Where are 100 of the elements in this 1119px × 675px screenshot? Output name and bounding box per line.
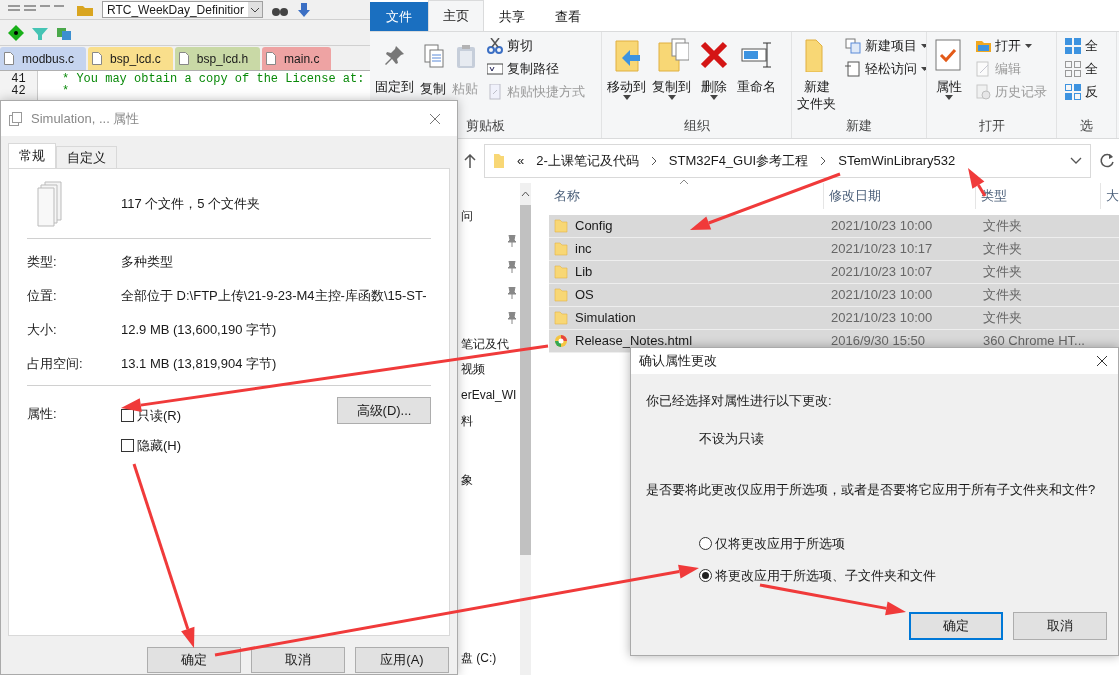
path-icon <box>487 61 503 77</box>
ribbon-button[interactable]: 反 <box>1065 82 1098 102</box>
file-row[interactable]: Config 2021/10/23 10:00 文件夹 <box>549 215 1119 238</box>
ribbon-button[interactable]: 复制到 <box>651 36 692 100</box>
field-label: 大小: <box>27 321 58 340</box>
radio-button[interactable] <box>699 536 712 550</box>
arrow-down-icon <box>296 2 311 17</box>
nav-item[interactable]: 象 <box>461 471 473 490</box>
dropdown-arrow-icon <box>945 95 953 100</box>
files-icon <box>9 111 23 126</box>
folder-icon <box>493 153 505 169</box>
chevron-right-icon <box>650 156 657 166</box>
ribbon-button[interactable]: 复制路径 <box>487 59 585 79</box>
ribbon-button[interactable]: 轻松访问 <box>845 59 926 79</box>
open-icon <box>975 38 991 54</box>
advanced-button[interactable]: 高级(D)... <box>337 397 431 424</box>
ribbon-tab[interactable]: 主页 <box>428 0 484 31</box>
radio-option[interactable]: 将更改应用于所选项、子文件夹和文件 <box>699 566 1118 586</box>
up-arrow-icon <box>464 154 476 168</box>
folder-icon <box>554 241 568 257</box>
file-row[interactable]: inc 2021/10/23 10:17 文件夹 <box>549 238 1119 261</box>
column-header[interactable]: 名称 <box>549 183 824 209</box>
scroll-thumb[interactable] <box>520 205 531 555</box>
file-name: Config <box>575 217 613 236</box>
file-row[interactable]: Simulation 2021/10/23 10:00 文件夹 <box>549 307 1119 330</box>
ribbon-button[interactable]: 属性 <box>931 36 967 100</box>
ribbon-button[interactable]: 新建 文件夹 <box>796 36 837 112</box>
dialog-button[interactable]: 确定 <box>147 647 241 673</box>
file-icon <box>92 52 103 65</box>
change-text: 不设为只读 <box>699 429 765 448</box>
ribbon-button[interactable]: 移动到 <box>606 36 647 100</box>
nav-item[interactable]: 问 <box>461 206 473 225</box>
copy-icon <box>422 44 444 68</box>
file-date: 2021/10/23 10:00 <box>830 217 934 236</box>
file-row[interactable]: OS 2021/10/23 10:00 文件夹 <box>549 284 1119 307</box>
ribbon-button[interactable]: 打开 <box>975 36 1047 56</box>
attribute-checkbox[interactable]: 只读(R) <box>121 406 182 426</box>
nav-item[interactable]: 笔记及代 <box>461 334 509 353</box>
ribbon-button[interactable]: 全 <box>1065 59 1098 79</box>
chevron-down-icon <box>1070 157 1082 165</box>
field-value: 13.1 MB (13,819,904 字节) <box>121 355 277 374</box>
file-name: Lib <box>575 263 593 282</box>
field-value: 全部位于 D:\FTP上传\21-9-23-M4主控-库函数\15-ST- <box>121 287 427 306</box>
field-label: 属性: <box>27 405 58 423</box>
ribbon-button[interactable]: 删除 <box>696 36 732 100</box>
ribbon-tab[interactable]: 共享 <box>484 2 540 31</box>
dialog-text: 你已经选择对属性进行以下更改: <box>646 392 833 410</box>
file-date: 2016/9/30 15:50 <box>830 332 926 351</box>
radio-button[interactable] <box>699 569 712 583</box>
checkbox[interactable] <box>121 409 134 423</box>
close-icon <box>429 112 441 125</box>
summary-text: 117 个文件，5 个文件夹 <box>121 194 261 213</box>
history-icon <box>975 84 991 100</box>
dialog-tab[interactable]: 自定义 <box>56 146 117 168</box>
ribbon-button[interactable]: 重命名 <box>736 36 777 95</box>
ribbon-button[interactable]: 固定到 <box>374 36 415 95</box>
ribbon-group-label: 选 <box>1080 117 1093 135</box>
easy-access-icon <box>845 61 861 77</box>
attribute-checkbox[interactable]: 隐藏(H) <box>121 435 182 455</box>
checkbox[interactable] <box>121 438 134 452</box>
file-name: OS <box>575 286 594 305</box>
chevron-right-icon <box>820 156 827 166</box>
nav-item[interactable]: erEval_WI <box>461 385 517 404</box>
ribbon-button[interactable]: 全 <box>1065 36 1098 56</box>
folder-icon <box>554 287 568 303</box>
ribbon-group-label: 组织 <box>683 117 710 135</box>
file-row[interactable]: Lib 2021/10/23 10:07 文件夹 <box>549 261 1119 284</box>
ribbon-button[interactable]: 新建项目 <box>845 36 926 56</box>
nav-item[interactable]: 视频 <box>461 360 485 379</box>
window-title: 确认属性更改 <box>639 352 717 371</box>
function-combo[interactable]: RTC_WeekDay_Definitior <box>102 1 263 18</box>
nav-item[interactable]: 料 <box>461 411 473 430</box>
column-header[interactable]: 大 <box>1101 183 1119 209</box>
window-title: Simulation, ... 属性 <box>31 109 140 128</box>
scroll-bar[interactable] <box>520 183 531 675</box>
code-comment: * <box>62 85 71 97</box>
file-tab[interactable]: bsp_lcd.h <box>174 47 261 70</box>
dialog-tab[interactable]: 常规 <box>8 143 56 168</box>
select-all-icon <box>1065 38 1081 54</box>
file-tab[interactable]: modbus.c <box>0 47 87 70</box>
diamond-icon <box>8 24 24 41</box>
refresh-icon <box>1099 153 1115 169</box>
nav-item[interactable]: 盘 (C:) <box>461 648 497 667</box>
ribbon-button[interactable]: 剪切 <box>487 36 585 56</box>
ribbon-tab[interactable]: 查看 <box>540 2 596 31</box>
file-tab[interactable]: bsp_lcd.c <box>88 47 173 70</box>
ribbon-group-label: 剪贴板 <box>466 117 505 135</box>
file-tab[interactable]: main.c <box>262 47 332 70</box>
field-label: 位置: <box>27 287 58 306</box>
dialog-button[interactable]: 确定 <box>909 611 1003 640</box>
ribbon-tab[interactable]: 文件 <box>370 2 428 31</box>
radio-option[interactable]: 仅将更改应用于所选项 <box>699 533 1118 553</box>
ribbon-button[interactable]: 复制 <box>419 36 447 97</box>
folder-icon <box>554 310 568 326</box>
dialog-button[interactable]: 取消 <box>251 647 345 673</box>
dialog-button[interactable]: 取消 <box>1013 611 1107 640</box>
dialog-text: 是否要将此更改仅应用于所选项，或者是否要将它应用于所有子文件夹和文件? <box>646 481 1097 499</box>
address-bar[interactable]: « 2-上课笔记及代码 STM32F4_GUI参考工程 STemWinLibrary532 <box>484 144 1091 178</box>
dialog-button[interactable]: 应用(A) <box>355 647 449 673</box>
file-date: 2021/10/23 10:00 <box>830 286 934 305</box>
